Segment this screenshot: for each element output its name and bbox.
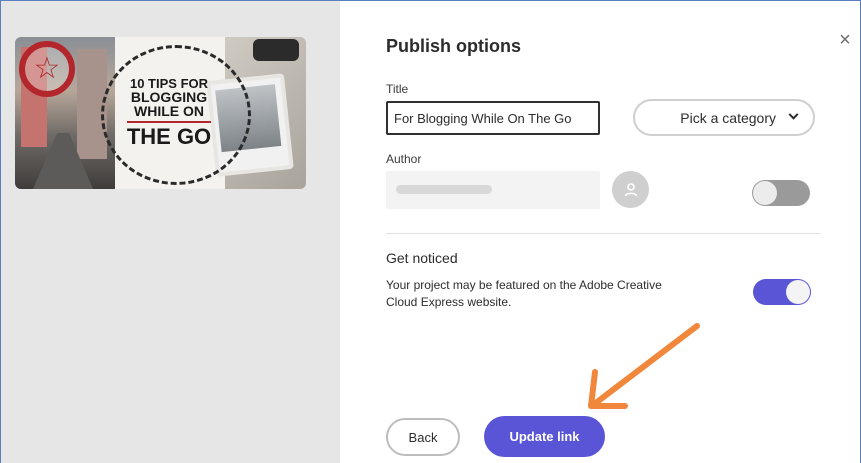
author-field[interactable]	[386, 171, 600, 209]
author-name-redacted	[396, 185, 492, 194]
user-icon	[624, 182, 637, 196]
title-label: Title	[386, 82, 409, 96]
camera-image	[253, 39, 299, 61]
get-noticed-description: Your project may be featured on the Adob…	[386, 278, 662, 309]
title-input[interactable]	[386, 101, 600, 135]
author-visibility-toggle[interactable]	[752, 180, 810, 206]
close-icon[interactable]: ×	[835, 30, 855, 50]
author-label: Author	[386, 152, 422, 166]
avatar	[612, 171, 649, 208]
get-noticed-heading: Get noticed	[386, 250, 458, 266]
get-noticed-toggle[interactable]	[753, 279, 811, 305]
panel-title: Publish options	[386, 36, 521, 56]
project-thumbnail: ☆ 10 TIPS FOR BLOGGING WHILE ON THE GO	[15, 37, 306, 189]
update-link-button[interactable]: Update link	[484, 416, 605, 457]
star-icon: ☆	[19, 41, 75, 97]
thumbnail-title: 10 TIPS FOR BLOGGING WHILE ON THE GO	[126, 76, 212, 149]
category-dropdown[interactable]: Pick a category	[633, 99, 815, 136]
preview-pane: ☆ 10 TIPS FOR BLOGGING WHILE ON THE GO	[1, 1, 340, 463]
chevron-down-icon	[788, 109, 799, 120]
divider	[386, 233, 820, 234]
annotation-arrow-icon	[588, 323, 700, 409]
back-button[interactable]: Back	[386, 418, 460, 456]
category-dropdown-label: Pick a category	[680, 109, 776, 126]
